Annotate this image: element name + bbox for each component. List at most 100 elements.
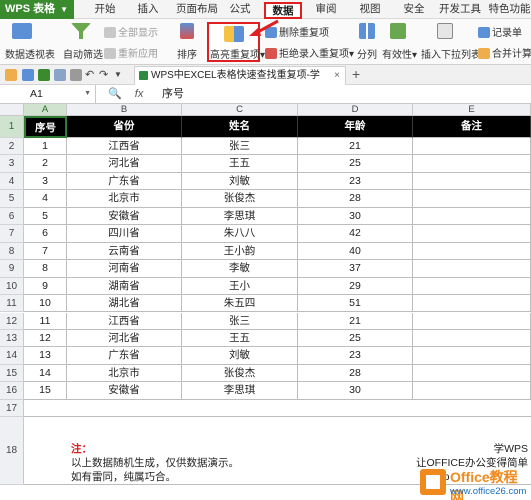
sort-button[interactable]: 排序 xyxy=(177,46,197,61)
save-icon[interactable] xyxy=(38,69,50,81)
table-cell[interactable]: 张三 xyxy=(182,312,298,330)
column-header-d[interactable]: D xyxy=(298,104,413,116)
row-header[interactable]: 16 xyxy=(0,382,24,400)
header-cell[interactable]: 序号 xyxy=(24,116,67,138)
print-icon[interactable] xyxy=(54,69,66,81)
tab-home[interactable]: 开始 xyxy=(90,0,120,19)
reapply-button[interactable]: 重新应用 xyxy=(104,45,158,60)
table-cell[interactable] xyxy=(413,277,531,296)
table-cell[interactable]: 刘敏 xyxy=(182,172,298,191)
table-cell[interactable]: 河北省 xyxy=(67,155,182,173)
row-header[interactable]: 12 xyxy=(0,312,24,330)
consolidate-button[interactable]: 合并计算 xyxy=(478,45,531,60)
table-cell[interactable]: 29 xyxy=(298,277,413,296)
table-cell[interactable]: 北京市 xyxy=(67,364,182,383)
tab-insert[interactable]: 插入 xyxy=(134,0,162,19)
row-header[interactable]: 11 xyxy=(0,295,24,313)
app-menu-button[interactable]: WPS 表格 ▼ xyxy=(0,0,74,19)
row-header[interactable]: 6 xyxy=(0,207,24,226)
tab-data[interactable]: 数据 xyxy=(264,2,302,19)
redo-icon[interactable]: ↷ xyxy=(99,69,111,81)
table-cell[interactable]: 1 xyxy=(24,138,67,156)
table-cell[interactable]: 河南省 xyxy=(67,260,182,278)
table-cell[interactable]: 37 xyxy=(298,260,413,278)
table-cell[interactable]: 朱八八 xyxy=(182,225,298,243)
table-cell[interactable] xyxy=(413,329,531,348)
table-cell[interactable]: 11 xyxy=(24,312,67,330)
header-cell[interactable]: 备注 xyxy=(413,116,531,138)
table-cell[interactable]: 湖南省 xyxy=(67,277,182,296)
table-cell[interactable]: 江西省 xyxy=(67,312,182,330)
row-header[interactable]: 15 xyxy=(0,364,24,383)
fx-icon[interactable]: fx xyxy=(135,88,144,100)
table-cell[interactable]: 9 xyxy=(24,277,67,296)
tab-formula[interactable]: 公式 xyxy=(226,0,254,19)
table-cell[interactable]: 安徽省 xyxy=(67,382,182,400)
row-header[interactable]: 9 xyxy=(0,260,24,278)
table-cell[interactable] xyxy=(413,312,531,330)
table-cell[interactable]: 张三 xyxy=(182,138,298,156)
table-cell[interactable] xyxy=(413,260,531,278)
table-cell[interactable]: 张俊杰 xyxy=(182,364,298,383)
table-cell[interactable]: 四川省 xyxy=(67,225,182,243)
row-header[interactable]: 2 xyxy=(0,138,24,156)
table-cell[interactable]: 4 xyxy=(24,190,67,208)
table-cell[interactable]: 2 xyxy=(24,155,67,173)
table-cell[interactable]: 7 xyxy=(24,242,67,261)
record-form-button[interactable]: 记录单 xyxy=(478,24,522,39)
autofilter-button[interactable]: 自动筛选 xyxy=(63,46,103,61)
row-header[interactable]: 18 xyxy=(0,417,24,486)
table-cell[interactable]: 51 xyxy=(298,295,413,313)
select-all-corner[interactable] xyxy=(0,104,24,116)
table-cell[interactable]: 23 xyxy=(298,172,413,191)
row-header[interactable]: 5 xyxy=(0,190,24,208)
table-cell[interactable]: 8 xyxy=(24,260,67,278)
reject-duplicates-button[interactable]: 拒绝录入重复项▾ xyxy=(265,45,354,60)
table-cell[interactable]: 朱五四 xyxy=(182,295,298,313)
formula-input[interactable]: 序号 xyxy=(162,85,184,103)
chevron-down-icon[interactable]: ▼ xyxy=(84,85,91,103)
table-cell[interactable] xyxy=(413,155,531,173)
row-header[interactable]: 14 xyxy=(0,347,24,365)
pivot-table-button[interactable]: 数据透视表 xyxy=(5,46,55,61)
row-header[interactable]: 1 xyxy=(0,116,24,138)
table-cell[interactable] xyxy=(413,347,531,365)
table-cell[interactable] xyxy=(413,225,531,243)
table-cell[interactable]: 21 xyxy=(298,312,413,330)
tab-developer[interactable]: 开发工具 xyxy=(438,0,482,19)
table-cell[interactable]: 25 xyxy=(298,329,413,348)
table-cell[interactable]: 13 xyxy=(24,347,67,365)
table-cell[interactable]: 25 xyxy=(298,155,413,173)
table-cell[interactable]: 李思琪 xyxy=(182,207,298,226)
table-cell[interactable]: 李敏 xyxy=(182,260,298,278)
tab-page-layout[interactable]: 页面布局 xyxy=(173,0,221,19)
table-cell[interactable]: 王小 xyxy=(182,277,298,296)
table-cell[interactable]: 40 xyxy=(298,242,413,261)
header-cell[interactable]: 年龄 xyxy=(298,116,413,138)
file-tab[interactable]: WPS中EXCEL表格快速查找重复项-学WPS.xlsx × xyxy=(134,66,346,98)
table-cell[interactable]: 30 xyxy=(298,382,413,400)
tab-security[interactable]: 安全 xyxy=(400,0,428,19)
close-tab-icon[interactable]: × xyxy=(334,67,340,84)
table-cell[interactable] xyxy=(413,242,531,261)
table-cell[interactable] xyxy=(413,190,531,208)
table-cell[interactable]: 30 xyxy=(298,207,413,226)
table-cell[interactable]: 15 xyxy=(24,382,67,400)
table-cell[interactable]: 21 xyxy=(298,138,413,156)
column-header-a[interactable]: A xyxy=(24,104,67,116)
zoom-icon[interactable]: 🔍 xyxy=(108,88,122,100)
row-header[interactable]: 17 xyxy=(0,399,24,418)
table-cell[interactable]: 28 xyxy=(298,190,413,208)
table-cell[interactable]: 6 xyxy=(24,225,67,243)
new-tab-button[interactable]: + xyxy=(352,66,360,82)
new-file-icon[interactable] xyxy=(5,69,17,81)
table-cell[interactable]: 3 xyxy=(24,172,67,191)
table-cell[interactable] xyxy=(413,138,531,156)
row-header[interactable]: 3 xyxy=(0,155,24,173)
table-cell[interactable]: 王五 xyxy=(182,329,298,348)
row-header[interactable]: 8 xyxy=(0,242,24,261)
tab-special[interactable]: 特色功能 xyxy=(488,0,531,19)
row-header[interactable]: 10 xyxy=(0,277,24,296)
table-cell[interactable] xyxy=(413,172,531,191)
table-cell[interactable]: 北京市 xyxy=(67,190,182,208)
